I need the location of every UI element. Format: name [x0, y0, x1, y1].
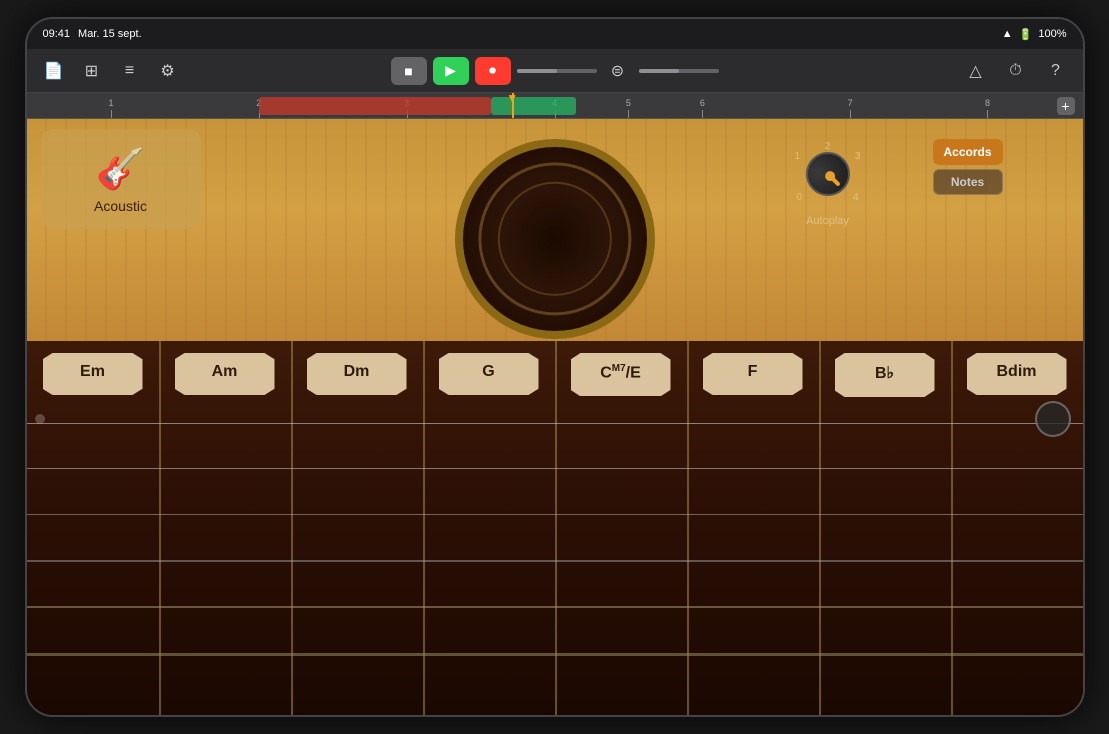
date-display: Mar. 15 sept.	[78, 28, 142, 40]
chord-am-wrapper: Am	[159, 353, 291, 395]
settings-icon: ⊜	[611, 61, 624, 81]
chord-bb-wrapper: B♭	[819, 353, 951, 397]
left-dot	[35, 414, 45, 424]
stop-button[interactable]: ■	[391, 57, 427, 85]
toolbar-left: 📄 ⊞ ≡ ⚙	[39, 56, 383, 86]
battery-icon: 🔋	[1019, 28, 1033, 41]
knob-indicator	[823, 169, 837, 183]
mode-toggle: Accords Notes	[933, 139, 1003, 195]
stop-icon: ■	[404, 63, 412, 79]
help-icon: ?	[1051, 62, 1060, 80]
accords-button[interactable]: Accords	[933, 139, 1003, 165]
knob-label-2: 2	[825, 141, 831, 152]
timeline[interactable]: 1 2 3 4 5 6 7 8 +	[27, 93, 1083, 119]
knob-label-1: 1	[795, 151, 801, 162]
toolbar: 📄 ⊞ ≡ ⚙ ■ ▶ ⏺ ⊜	[27, 49, 1083, 93]
status-right: ▲ 🔋 100%	[1002, 28, 1067, 41]
home-button[interactable]	[1035, 401, 1071, 437]
list-view-button[interactable]: ≡	[115, 56, 145, 86]
soundhole-circle	[455, 139, 655, 339]
knob-label-3: 3	[855, 151, 861, 162]
chord-bdim-wrapper: Bdim	[951, 353, 1083, 395]
timeline-region-green[interactable]	[491, 97, 575, 115]
chord-em-wrapper: Em	[27, 353, 159, 395]
record-button[interactable]: ⏺	[475, 57, 511, 85]
timeline-region-red[interactable]	[259, 97, 491, 115]
list-icon: ≡	[125, 62, 134, 80]
wifi-icon: ▲	[1002, 28, 1013, 40]
time-display: 09:41	[43, 28, 71, 40]
guitar-soundhole	[425, 139, 685, 339]
record-icon: ⏺	[489, 62, 496, 79]
chord-button-bb[interactable]: B♭	[835, 353, 935, 397]
knob-label-4: 4	[853, 192, 859, 203]
time-button[interactable]: ⏱	[1001, 56, 1031, 86]
guitar-icon: 🎸	[96, 145, 146, 192]
notes-button[interactable]: Notes	[933, 169, 1003, 195]
autoplay-label: Autoplay	[806, 215, 849, 227]
tempo-slider[interactable]	[517, 69, 597, 73]
new-song-button[interactable]: 📄	[39, 56, 69, 86]
status-left: 09:41 Mar. 15 sept.	[43, 28, 142, 40]
chord-cm7e-wrapper: CM7/E	[555, 353, 687, 396]
metronome-button[interactable]: △	[961, 56, 991, 86]
chord-dm-wrapper: Dm	[291, 353, 423, 395]
new-song-icon: 📄	[44, 61, 64, 81]
help-button[interactable]: ?	[1041, 56, 1071, 86]
chord-g-wrapper: G	[423, 353, 555, 395]
add-track-button[interactable]: +	[1057, 97, 1075, 115]
instrument-name: Acoustic	[94, 198, 147, 214]
volume-slider[interactable]	[639, 69, 719, 73]
play-button[interactable]: ▶	[433, 57, 469, 85]
knob-label-0: 0	[797, 192, 803, 203]
metronome-icon: △	[969, 61, 981, 81]
time-icon: ⏱	[1009, 62, 1021, 80]
play-icon: ▶	[445, 62, 456, 79]
playhead	[512, 93, 514, 119]
autoplay-panel: 0 1 2 3 4 Autoplay	[793, 139, 863, 227]
mixer-button[interactable]: ⚙	[153, 56, 183, 86]
toolbar-right: △ ⏱ ?	[727, 56, 1071, 86]
battery-percent: 100%	[1038, 28, 1066, 40]
device-frame: 09:41 Mar. 15 sept. ▲ 🔋 100% 📄 ⊞ ≡ ⚙	[25, 17, 1085, 717]
tracks-icon: ⊞	[85, 61, 98, 81]
toolbar-center: ■ ▶ ⏺ ⊜	[391, 56, 719, 86]
chord-button-bdim[interactable]: Bdim	[967, 353, 1067, 395]
settings-button[interactable]: ⊜	[603, 56, 633, 86]
status-bar: 09:41 Mar. 15 sept. ▲ 🔋 100%	[27, 19, 1083, 49]
chord-button-am[interactable]: Am	[175, 353, 275, 395]
autoplay-knob-container: 0 1 2 3 4	[793, 139, 863, 209]
chord-buttons-container: Em Am Dm G CM7/E F B♭ Bdim	[27, 341, 1083, 717]
chord-button-dm[interactable]: Dm	[307, 353, 407, 395]
chord-f-wrapper: F	[687, 353, 819, 395]
mixer-icon: ⚙	[160, 61, 174, 81]
autoplay-knob[interactable]	[796, 143, 858, 205]
chord-button-cm7e[interactable]: CM7/E	[571, 353, 671, 396]
instrument-panel[interactable]: 🎸 Acoustic	[41, 129, 201, 229]
chord-button-f[interactable]: F	[703, 353, 803, 395]
tracks-view-button[interactable]: ⊞	[77, 56, 107, 86]
chord-button-g[interactable]: G	[439, 353, 539, 395]
guitar-area: Em Am Dm G CM7/E F B♭ Bdim	[27, 119, 1083, 717]
chord-button-em[interactable]: Em	[43, 353, 143, 395]
